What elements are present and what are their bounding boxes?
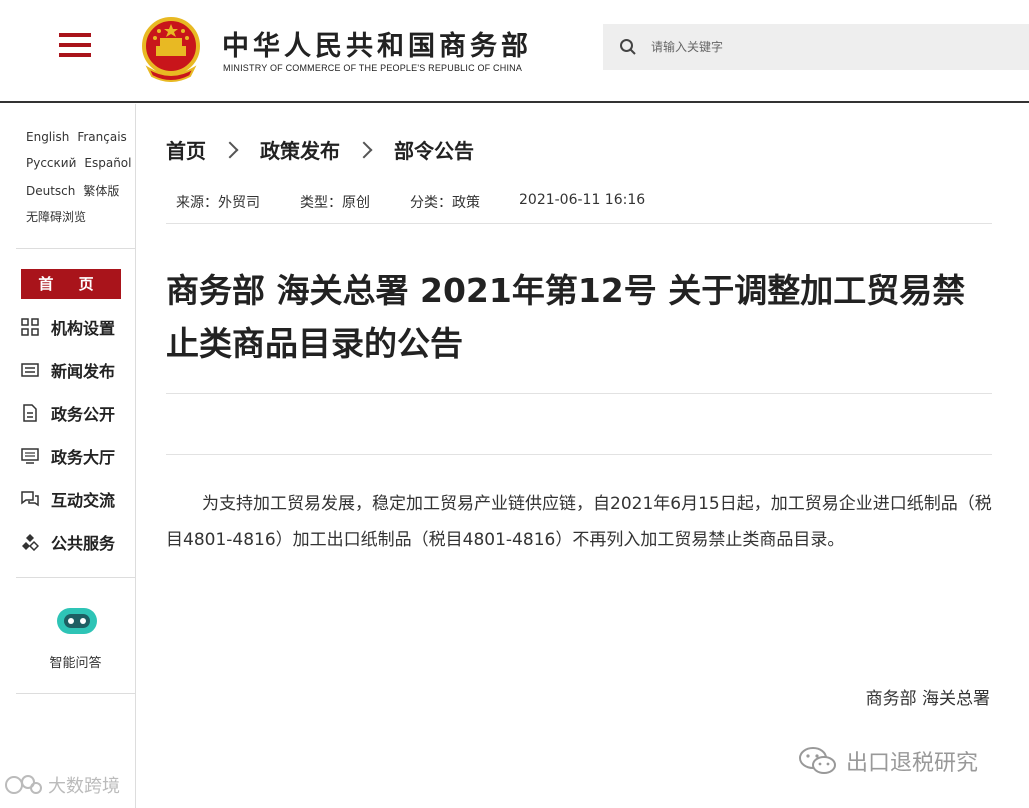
site-header: 中华人民共和国商务部 MINISTRY OF COMMERCE OF THE P…	[0, 0, 1029, 103]
sidebar-item-label: 机构设置	[51, 319, 116, 338]
breadcrumb-home[interactable]: 首页	[166, 135, 206, 164]
sidebar-item-label: 政务公开	[51, 405, 116, 424]
service-icon	[22, 534, 39, 551]
sidebar-item-label: 互动交流	[51, 491, 116, 510]
sidebar-home-button[interactable]: 首 页	[21, 269, 121, 299]
language-row: 无障碍浏览	[26, 208, 94, 225]
language-row: Deutsch 繁体版	[26, 182, 127, 199]
lang-russian[interactable]: Русский	[26, 156, 76, 170]
robot-icon	[57, 608, 97, 634]
chevron-right-icon	[221, 141, 239, 158]
search-input[interactable]	[651, 32, 1011, 62]
breadcrumb: 首页 政策发布 部令公告	[166, 135, 474, 164]
national-emblem-icon[interactable]	[140, 16, 202, 82]
meta-category: 分类：政策	[410, 195, 480, 211]
watermark-left: 大数跨境	[4, 772, 120, 798]
watermark-right-text: 出口退税研究	[846, 751, 979, 776]
divider	[166, 454, 992, 455]
sidebar: English Français Русский Español Deutsch 繁体…	[0, 104, 136, 808]
meta-type: 类型：原创	[300, 195, 370, 211]
search-icon[interactable]	[619, 38, 637, 56]
article-title: 商务部 海关总署 2021年第12号 关于调整加工贸易禁止类商品目录的公告	[166, 271, 966, 363]
watermark-logo-icon	[5, 775, 42, 794]
site-name-cn[interactable]: 中华人民共和国商务部	[222, 24, 532, 63]
meta-source: 来源：外贸司	[176, 195, 260, 211]
breadcrumb-announcements[interactable]: 部令公告	[394, 135, 474, 164]
ai-assistant-button[interactable]: 智能问答	[16, 604, 135, 684]
ai-assistant-label: 智能问答	[49, 656, 102, 671]
search-box	[603, 24, 1029, 70]
sidebar-item-government-affairs[interactable]: 政务公开	[21, 401, 115, 425]
article-signature: 商务部 海关总署	[865, 689, 990, 709]
monitor-icon	[21, 448, 39, 464]
grid-icon	[21, 318, 39, 336]
accessibility-link[interactable]: 无障碍浏览	[26, 210, 86, 224]
sidebar-divider	[16, 577, 135, 578]
sidebar-divider	[16, 248, 135, 249]
sidebar-item-organization[interactable]: 机构设置	[21, 315, 115, 339]
menu-icon[interactable]	[59, 33, 91, 59]
article-body: 为支持加工贸易发展，稳定加工贸易产业链供应链，自2021年6月15日起，加工贸易…	[166, 494, 992, 550]
chevron-right-icon	[355, 141, 373, 158]
lang-french[interactable]: Français	[77, 130, 126, 144]
sidebar-item-label: 政务大厅	[51, 448, 116, 467]
news-icon	[21, 363, 39, 377]
lang-english[interactable]: English	[26, 130, 69, 144]
document-icon	[23, 404, 37, 422]
lang-german[interactable]: Deutsch	[26, 184, 75, 198]
language-row: Русский Español	[26, 156, 139, 170]
lang-traditional-chinese[interactable]: 繁体版	[83, 184, 119, 198]
language-row: English Français	[26, 130, 135, 144]
sidebar-item-public-service[interactable]: 公共服务	[21, 530, 115, 554]
lang-spanish[interactable]: Español	[84, 156, 131, 170]
divider	[166, 393, 992, 394]
article-meta: 来源：外贸司 类型：原创 分类：政策 2021-06-11 16:16	[166, 174, 992, 224]
wechat-icon	[799, 747, 836, 774]
breadcrumb-policy-release[interactable]: 政策发布	[260, 135, 340, 164]
sidebar-item-service-hall[interactable]: 政务大厅	[21, 444, 115, 468]
sidebar-item-label: 公共服务	[51, 534, 116, 553]
chat-icon	[21, 491, 39, 507]
site-name-en[interactable]: MINISTRY OF COMMERCE OF THE PEOPLE'S REP…	[223, 63, 522, 73]
watermark-right: 出口退税研究	[798, 745, 978, 777]
sidebar-item-news[interactable]: 新闻发布	[21, 358, 115, 382]
sidebar-divider	[16, 693, 135, 694]
watermark-left-text: 大数跨境	[48, 776, 120, 797]
sidebar-item-label: 新闻发布	[51, 362, 116, 381]
meta-datetime: 2021-06-11 16:16	[519, 192, 646, 208]
sidebar-item-interaction[interactable]: 互动交流	[21, 487, 115, 511]
